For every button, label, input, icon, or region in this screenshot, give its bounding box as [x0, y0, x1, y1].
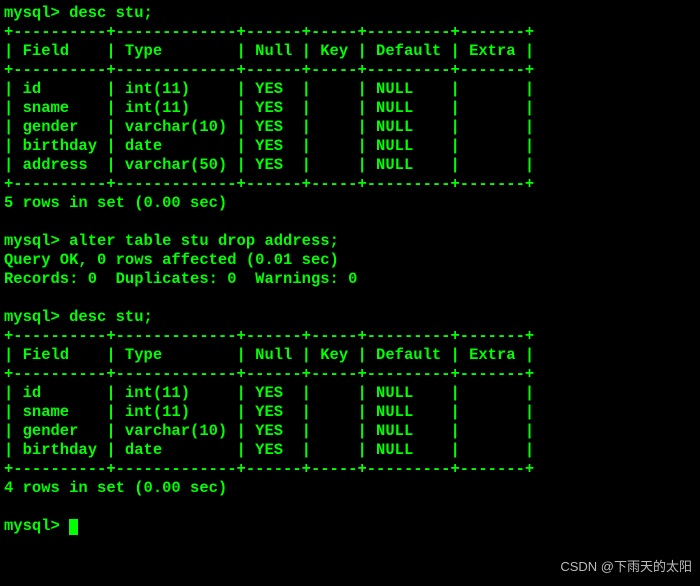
table-row: | gender | varchar(10) | YES | | NULL | … [4, 118, 696, 137]
table-border: +----------+-------------+------+-----+-… [4, 365, 696, 384]
table-border: +----------+-------------+------+-----+-… [4, 23, 696, 42]
table-header: | Field | Type | Null | Key | Default | … [4, 346, 696, 365]
mysql-prompt: mysql> [4, 4, 69, 22]
mysql-prompt: mysql> [4, 308, 69, 326]
command-desc-1: desc stu; [69, 4, 153, 22]
table-border: +----------+-------------+------+-----+-… [4, 327, 696, 346]
table-row: | address | varchar(50) | YES | | NULL |… [4, 156, 696, 175]
table-border: +----------+-------------+------+-----+-… [4, 175, 696, 194]
blank-line [4, 498, 696, 517]
table-row: | id | int(11) | YES | | NULL | | [4, 80, 696, 99]
table-border: +----------+-------------+------+-----+-… [4, 460, 696, 479]
blank-line [4, 213, 696, 232]
command-desc-2: desc stu; [69, 308, 153, 326]
prompt-line-2: mysql> alter table stu drop address; [4, 232, 696, 251]
table-row: | sname | int(11) | YES | | NULL | | [4, 403, 696, 422]
table-row: | gender | varchar(10) | YES | | NULL | … [4, 422, 696, 441]
mysql-prompt: mysql> [4, 232, 69, 250]
table-header: | Field | Type | Null | Key | Default | … [4, 42, 696, 61]
result-summary: 5 rows in set (0.00 sec) [4, 194, 696, 213]
records-line: Records: 0 Duplicates: 0 Warnings: 0 [4, 270, 696, 289]
cursor-icon [69, 519, 78, 535]
result-summary: 4 rows in set (0.00 sec) [4, 479, 696, 498]
mysql-prompt: mysql> [4, 517, 69, 535]
prompt-line-4[interactable]: mysql> [4, 517, 696, 536]
command-alter: alter table stu drop address; [69, 232, 339, 250]
table-border: +----------+-------------+------+-----+-… [4, 61, 696, 80]
table-row: | sname | int(11) | YES | | NULL | | [4, 99, 696, 118]
query-ok: Query OK, 0 rows affected (0.01 sec) [4, 251, 696, 270]
prompt-line-1: mysql> desc stu; [4, 4, 696, 23]
table-row: | birthday | date | YES | | NULL | | [4, 137, 696, 156]
prompt-line-3: mysql> desc stu; [4, 308, 696, 327]
table-row: | id | int(11) | YES | | NULL | | [4, 384, 696, 403]
watermark-text: CSDN @下雨天的太阳 [560, 557, 692, 576]
table-row: | birthday | date | YES | | NULL | | [4, 441, 696, 460]
blank-line [4, 289, 696, 308]
